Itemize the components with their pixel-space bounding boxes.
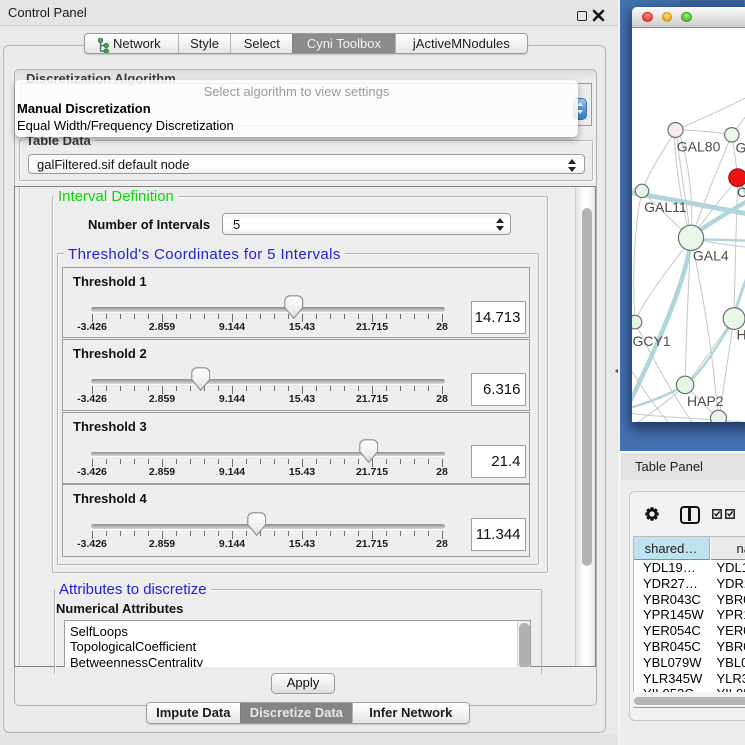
svg-text:CDC: CDC <box>737 184 745 200</box>
svg-text:HAP2: HAP2 <box>687 393 724 409</box>
svg-text:GAL3: GAL3 <box>735 140 745 156</box>
svg-text:GCY1: GCY1 <box>632 333 670 349</box>
svg-text:GAL80: GAL80 <box>676 139 720 155</box>
svg-text:HIS: HIS <box>736 327 745 343</box>
svg-text:GAL11: GAL11 <box>644 199 687 215</box>
svg-text:GAL4: GAL4 <box>692 248 728 264</box>
